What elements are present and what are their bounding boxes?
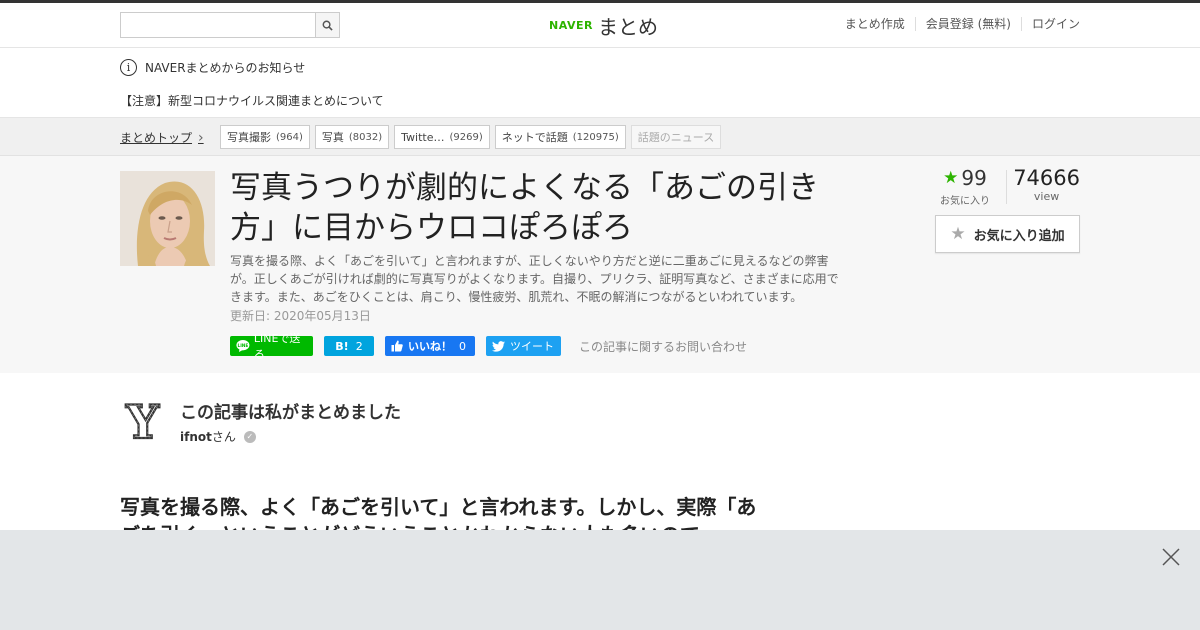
verified-icon: ✓	[243, 430, 256, 443]
view-count-value: 74666	[1013, 166, 1080, 190]
tag-item[interactable]: Twitte… (9269)	[394, 125, 490, 149]
tweet-label: ツイート	[510, 340, 554, 353]
tag-item[interactable]: 写真 (8032)	[314, 125, 390, 149]
view-count: 74666 view	[1013, 166, 1080, 203]
add-favorite-label: お気に入り追加	[973, 228, 1065, 244]
search-button[interactable]	[315, 12, 340, 38]
stats-divider	[1006, 170, 1007, 204]
facebook-like-label: いいね！	[408, 340, 452, 353]
breadcrumb: まとめトップ › 写真撮影 (964) 写真 (8032) Twitte… (9269…	[0, 118, 1200, 156]
tag-label: 写真撮影	[227, 131, 271, 144]
close-icon[interactable]	[1162, 548, 1180, 566]
avatar-letter-pattern: Y	[125, 397, 160, 444]
tag-list: 写真撮影 (964) 写真 (8032) Twitte… (9269) ネットで話題 (…	[220, 125, 726, 149]
search-form	[120, 12, 340, 38]
article-header: 写真うつりが劇的によくなる「あごの引き方」に目からウロコぽろぽろ 写真を撮る際、…	[0, 156, 1200, 373]
chevron-right-icon: ›	[198, 129, 204, 146]
thumbs-up-icon	[391, 340, 403, 352]
twitter-bird-icon	[492, 340, 505, 352]
tag-count: (120975)	[572, 131, 619, 143]
line-share-label: LINEで送る	[253, 332, 301, 361]
tag-item[interactable]: 写真撮影 (964)	[220, 125, 310, 149]
line-icon: LINE	[236, 339, 250, 353]
add-favorite-button[interactable]: ★ お気に入り追加	[935, 215, 1080, 253]
logo-naver: NAVER	[549, 19, 593, 32]
tag-label: 写真	[321, 131, 344, 144]
line-share-button[interactable]: LINE LINEで送る	[230, 332, 313, 361]
favorite-count: ★ 99 お気に入り	[940, 166, 990, 207]
tag-item[interactable]: ネットで話題 (120975)	[494, 125, 626, 149]
tag-count: (9269)	[449, 131, 483, 143]
breadcrumb-top-link[interactable]: まとめトップ ›	[120, 129, 204, 146]
tag-label: 話題のニュース	[637, 131, 715, 144]
tag-count: (964)	[276, 131, 303, 143]
tag-count: (8032)	[348, 131, 383, 143]
facebook-like-count: 0	[459, 339, 466, 353]
curator-heading: この記事は私がまとめました	[180, 403, 401, 423]
bottom-ad-overlay	[0, 530, 1200, 630]
register-link[interactable]: 会員登録 (無料)	[914, 17, 1021, 31]
article-updated-date: 更新日: 2020年05月13日	[230, 309, 371, 323]
facebook-like-button[interactable]: いいね！ 0	[385, 336, 475, 356]
tag-item[interactable]: 話題のニュース	[630, 125, 722, 149]
info-icon: i	[120, 59, 137, 76]
site-logo[interactable]: NAVER まとめ	[549, 11, 658, 40]
breadcrumb-top-label: まとめトップ	[120, 131, 193, 145]
hatena-count: 2	[355, 339, 363, 353]
hatena-icon: B!	[335, 339, 349, 353]
inquiry-link[interactable]: この記事に関するお問い合わせ	[579, 338, 747, 355]
svg-text:LINE: LINE	[237, 343, 248, 349]
star-icon: ★	[943, 168, 959, 188]
curator-section: Y Y この記事は私がまとめました ifnot さん ✓	[0, 373, 1200, 453]
curator-suffix: さん	[211, 430, 236, 444]
social-share-bar: LINE LINEで送る B! 2 いいね！ 0 ツイート この記事に関するお問…	[230, 332, 747, 361]
search-input[interactable]	[120, 12, 315, 38]
article-title: 写真うつりが劇的によくなる「あごの引き方」に目からウロコぽろぽろ	[230, 170, 819, 246]
article-thumbnail	[120, 171, 215, 266]
login-link[interactable]: ログイン	[1020, 17, 1080, 31]
tweet-button[interactable]: ツイート	[486, 336, 561, 356]
notice-item-link[interactable]: 【注意】新型コロナウイルス関連まとめについて	[120, 92, 384, 109]
star-icon: ★	[950, 224, 966, 244]
curator-name: ifnot	[180, 429, 212, 444]
article-description: 写真を撮る際、よく「あごを引いて」と言われますが、正しくないやり方だと逆に二重あ…	[230, 254, 839, 304]
curator-avatar[interactable]: Y Y	[120, 394, 165, 450]
notice-section: i NAVERまとめからのお知らせ 【注意】新型コロナウイルス関連まとめについて	[0, 48, 1200, 118]
create-matome-link[interactable]: まとめ作成	[835, 17, 915, 31]
notice-heading: NAVERまとめからのお知らせ	[145, 61, 306, 75]
tag-label: ネットで話題	[501, 131, 568, 144]
header-nav: まとめ作成 会員登録 (無料) ログイン	[835, 17, 1080, 31]
hatena-bookmark-button[interactable]: B! 2	[324, 336, 374, 356]
logo-matome: まとめ	[597, 15, 658, 39]
site-header: NAVER まとめ まとめ作成 会員登録 (無料) ログイン	[0, 3, 1200, 48]
view-count-label: view	[1033, 190, 1060, 203]
tag-label: Twitte…	[401, 130, 445, 144]
curator-name-link[interactable]: ifnot さん ✓	[180, 428, 256, 445]
favorite-count-value: 99	[961, 166, 987, 190]
favorite-count-label: お気に入り	[940, 196, 990, 207]
search-icon	[322, 20, 333, 31]
